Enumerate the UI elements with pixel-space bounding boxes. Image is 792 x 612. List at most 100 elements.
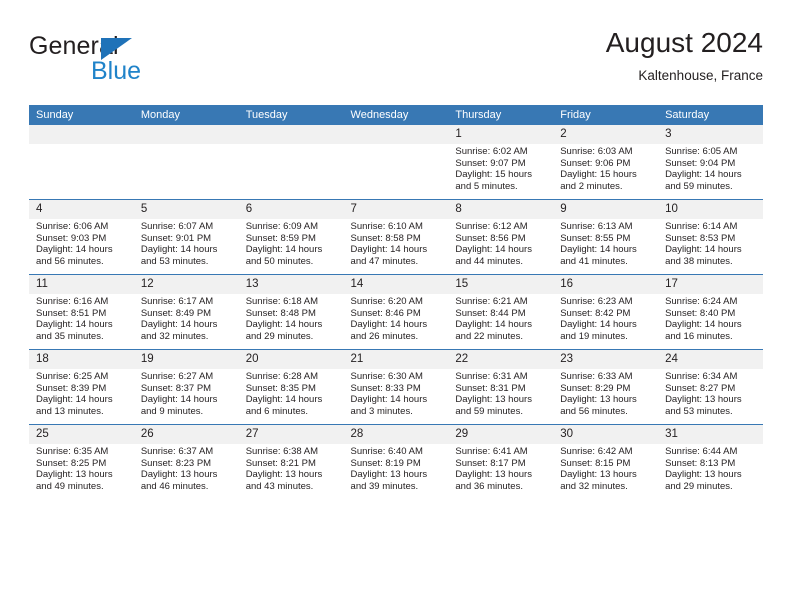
day-number: 5 [133, 200, 239, 219]
detail-sunrise: Sunrise: 6:20 AM [350, 296, 423, 307]
day-details: Sunrise: 6:25 AM Sunset: 8:39 PM Daylight:… [29, 369, 134, 417]
detail-daylight-2: and 13 minutes. [36, 405, 104, 417]
calendar-day-cell[interactable]: 16 Sunrise: 6:23 AM Sunset: 8:42 PM Dayligh… [553, 274, 659, 350]
detail-daylight-2: and 9 minutes. [140, 405, 204, 417]
page-title: August 2024 [605, 27, 763, 58]
calendar-day-cell[interactable]: 3 Sunrise: 6:05 AM Sunset: 9:04 PM Daylight… [658, 125, 763, 200]
detail-daylight-2: and 43 minutes. [245, 480, 314, 492]
calendar-day-cell[interactable]: 29 Sunrise: 6:41 AM Sunset: 8:17 PM Dayligh… [448, 424, 554, 499]
calendar-day-cell[interactable]: 25 Sunrise: 6:35 AM Sunset: 8:25 PM Dayligh… [29, 424, 134, 499]
day-details: Sunrise: 6:16 AM Sunset: 8:51 PM Daylight:… [29, 294, 134, 342]
day-number: 12 [133, 275, 239, 294]
calendar-day-cell[interactable]: 9 Sunrise: 6:13 AM Sunset: 8:55 PM Daylight… [553, 199, 659, 275]
detail-daylight-2: and 29 minutes. [245, 330, 314, 342]
detail-daylight-1: Daylight: 14 hours [245, 394, 323, 406]
day-number: 23 [553, 350, 659, 369]
detail-daylight-1: Daylight: 13 hours [665, 469, 742, 481]
calendar-day-cell-empty [238, 125, 344, 200]
calendar-day-cell[interactable]: 7 Sunrise: 6:10 AM Sunset: 8:58 PM Daylight… [343, 199, 449, 275]
detail-sunset: Sunset: 8:37 PM [140, 382, 212, 394]
detail-daylight-1: Daylight: 14 hours [36, 394, 113, 406]
detail-sunrise: Sunrise: 6:12 AM [455, 221, 528, 232]
calendar-week-row: 11 Sunrise: 6:16 AM Sunset: 8:51 PM Dayligh… [29, 274, 763, 350]
calendar-day-cell[interactable]: 28 Sunrise: 6:40 AM Sunset: 8:19 PM Dayligh… [343, 424, 449, 499]
day-details: Sunrise: 6:42 AM Sunset: 8:15 PM Daylight:… [553, 444, 658, 492]
calendar-day-cell[interactable]: 31 Sunrise: 6:44 AM Sunset: 8:13 PM Dayligh… [658, 424, 763, 499]
day-details: Sunrise: 6:34 AM Sunset: 8:27 PM Daylight:… [658, 369, 763, 417]
calendar-day-cell-empty [343, 125, 449, 200]
detail-daylight-1: Daylight: 13 hours [245, 469, 323, 481]
day-number: 29 [448, 425, 554, 444]
detail-sunset: Sunset: 8:33 PM [350, 382, 421, 394]
calendar-day-cell[interactable]: 4 Sunrise: 6:06 AM Sunset: 9:03 PM Daylight… [29, 199, 134, 275]
calendar-day-cell[interactable]: 30 Sunrise: 6:42 AM Sunset: 8:15 PM Dayligh… [553, 424, 659, 499]
calendar-day-cell[interactable]: 6 Sunrise: 6:09 AM Sunset: 8:59 PM Daylight… [238, 199, 344, 275]
detail-daylight-1: Daylight: 13 hours [665, 394, 742, 406]
day-number: 31 [658, 425, 763, 444]
calendar-day-cell[interactable]: 18 Sunrise: 6:25 AM Sunset: 8:39 PM Dayligh… [29, 349, 134, 425]
day-details: Sunrise: 6:05 AM Sunset: 9:04 PM Daylight:… [658, 144, 763, 192]
calendar-day-cell[interactable]: 2 Sunrise: 6:03 AM Sunset: 9:06 PM Daylight… [553, 125, 659, 200]
calendar-day-cell[interactable]: 10 Sunrise: 6:14 AM Sunset: 8:53 PM Dayligh… [658, 199, 763, 275]
day-details: Sunrise: 6:27 AM Sunset: 8:37 PM Daylight:… [134, 369, 239, 417]
calendar-day-cell[interactable]: 24 Sunrise: 6:34 AM Sunset: 8:27 PM Dayligh… [658, 349, 763, 425]
detail-sunrise: Sunrise: 6:27 AM [140, 371, 214, 382]
calendar-day-cell[interactable]: 14 Sunrise: 6:20 AM Sunset: 8:46 PM Dayligh… [343, 274, 449, 350]
calendar-day-cell[interactable]: 22 Sunrise: 6:31 AM Sunset: 8:31 PM Dayligh… [448, 349, 554, 425]
detail-sunrise: Sunrise: 6:05 AM [665, 146, 738, 157]
calendar-day-cell-empty [133, 125, 239, 200]
detail-sunrise: Sunrise: 6:03 AM [560, 146, 633, 157]
day-details: Sunrise: 6:12 AM Sunset: 8:56 PM Daylight:… [448, 219, 553, 267]
calendar-day-cell[interactable]: 19 Sunrise: 6:27 AM Sunset: 8:37 PM Dayligh… [133, 349, 239, 425]
detail-sunset: Sunset: 8:58 PM [350, 232, 421, 244]
detail-daylight-2: and 56 minutes. [560, 405, 628, 417]
detail-sunrise: Sunrise: 6:17 AM [140, 296, 214, 307]
calendar-week-row: 1 Sunrise: 6:02 AM Sunset: 9:07 PM Daylight… [29, 125, 763, 200]
detail-sunrise: Sunrise: 6:35 AM [36, 446, 109, 457]
detail-daylight-1: Daylight: 14 hours [245, 244, 323, 256]
weekday-header-monday: Monday [133, 105, 239, 125]
detail-sunset: Sunset: 8:53 PM [665, 232, 736, 244]
calendar-day-cell[interactable]: 17 Sunrise: 6:24 AM Sunset: 8:40 PM Dayligh… [658, 274, 763, 350]
day-number: 20 [238, 350, 344, 369]
detail-sunset: Sunset: 8:13 PM [665, 457, 736, 469]
detail-daylight-2: and 26 minutes. [350, 330, 419, 342]
day-number: 30 [553, 425, 659, 444]
detail-sunrise: Sunrise: 6:41 AM [455, 446, 528, 457]
day-details: Sunrise: 6:41 AM Sunset: 8:17 PM Daylight:… [448, 444, 553, 492]
day-details: Sunrise: 6:02 AM Sunset: 9:07 PM Daylight:… [448, 144, 553, 192]
detail-daylight-1: Daylight: 15 hours [455, 169, 532, 181]
detail-daylight-2: and 53 minutes. [665, 405, 733, 417]
calendar-day-cell[interactable]: 13 Sunrise: 6:18 AM Sunset: 8:48 PM Dayligh… [238, 274, 344, 350]
day-details: Sunrise: 6:23 AM Sunset: 8:42 PM Daylight:… [553, 294, 658, 342]
calendar-day-cell-empty [29, 125, 134, 200]
day-details: Sunrise: 6:24 AM Sunset: 8:40 PM Daylight:… [658, 294, 763, 342]
day-number: 15 [448, 275, 554, 294]
detail-sunset: Sunset: 8:48 PM [245, 307, 316, 319]
detail-sunset: Sunset: 8:31 PM [455, 382, 526, 394]
detail-sunset: Sunset: 8:56 PM [455, 232, 526, 244]
calendar-day-cell[interactable]: 21 Sunrise: 6:30 AM Sunset: 8:33 PM Dayligh… [343, 349, 449, 425]
calendar-day-cell[interactable]: 26 Sunrise: 6:37 AM Sunset: 8:23 PM Dayligh… [133, 424, 239, 499]
calendar-day-cell[interactable]: 15 Sunrise: 6:21 AM Sunset: 8:44 PM Dayligh… [448, 274, 554, 350]
day-number: 17 [658, 275, 763, 294]
day-number: 19 [133, 350, 239, 369]
detail-sunset: Sunset: 8:44 PM [455, 307, 526, 319]
day-number: 4 [29, 200, 134, 219]
brand-logo[interactable]: General Blue [29, 32, 249, 90]
calendar-day-cell[interactable]: 12 Sunrise: 6:17 AM Sunset: 8:49 PM Dayligh… [133, 274, 239, 350]
calendar-day-cell[interactable]: 8 Sunrise: 6:12 AM Sunset: 8:56 PM Daylight… [448, 199, 554, 275]
detail-sunset: Sunset: 9:07 PM [455, 157, 526, 169]
detail-daylight-2: and 16 minutes. [665, 330, 733, 342]
day-number: 21 [343, 350, 449, 369]
calendar-day-cell[interactable]: 5 Sunrise: 6:07 AM Sunset: 9:01 PM Daylight… [133, 199, 239, 275]
detail-daylight-1: Daylight: 14 hours [36, 244, 113, 256]
calendar-day-cell[interactable]: 20 Sunrise: 6:28 AM Sunset: 8:35 PM Dayligh… [238, 349, 344, 425]
weekday-header-thursday: Thursday [448, 105, 554, 125]
calendar-day-cell[interactable]: 1 Sunrise: 6:02 AM Sunset: 9:07 PM Daylight… [448, 125, 554, 200]
calendar-day-cell[interactable]: 27 Sunrise: 6:38 AM Sunset: 8:21 PM Dayligh… [238, 424, 344, 499]
calendar-day-cell[interactable]: 11 Sunrise: 6:16 AM Sunset: 8:51 PM Dayligh… [29, 274, 134, 350]
day-details: Sunrise: 6:07 AM Sunset: 9:01 PM Daylight:… [134, 219, 239, 267]
calendar-day-cell[interactable]: 23 Sunrise: 6:33 AM Sunset: 8:29 PM Dayligh… [553, 349, 659, 425]
detail-daylight-2: and 59 minutes. [455, 405, 523, 417]
